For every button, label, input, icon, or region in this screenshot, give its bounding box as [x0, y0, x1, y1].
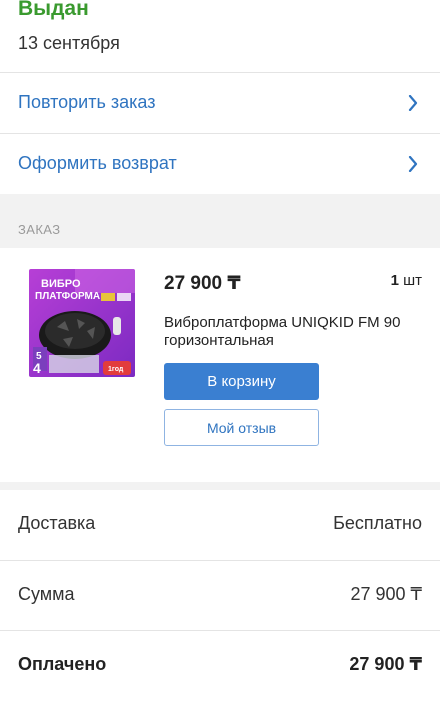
- summary-row-paid: Оплачено 27 900 ₸: [0, 630, 440, 701]
- order-status-title: Выдан: [18, 0, 89, 20]
- delivery-value: Бесплатно: [333, 513, 422, 533]
- delivery-label: Доставка: [18, 513, 96, 533]
- chevron-right-icon: [408, 95, 418, 111]
- order-status-date: 13 сентября: [18, 33, 120, 53]
- chevron-right-icon: [408, 156, 418, 172]
- image-text-line2: ПЛАТФОРМА: [35, 291, 100, 302]
- product-price: 27 900 ₸: [164, 273, 241, 294]
- summary-row-sum: Сумма 27 900 ₸: [0, 560, 440, 631]
- return-order-button[interactable]: Оформить возврат: [0, 133, 440, 194]
- product-image[interactable]: ВИБРО ПЛАТФОРМА 5 4 1год: [29, 269, 135, 377]
- sum-label: Сумма: [18, 584, 75, 604]
- paid-label: Оплачено: [18, 654, 107, 674]
- image-brand: 1год: [108, 366, 124, 373]
- order-section-label: ЗАКАЗ: [18, 222, 61, 237]
- sum-value: 27 900 ₸: [350, 584, 422, 604]
- order-status-header: Выдан 13 сентября: [0, 0, 440, 70]
- product-name[interactable]: Виброплатформа UNIQKID FM 90 горизонталь…: [164, 314, 414, 350]
- image-text-line1: ВИБРО: [41, 278, 81, 290]
- summary-row-delivery: Доставка Бесплатно: [0, 490, 440, 560]
- add-to-cart-button[interactable]: В корзину: [164, 363, 319, 400]
- my-review-button[interactable]: Мой отзыв: [164, 409, 319, 446]
- order-item-card: ВИБРО ПЛАТФОРМА 5 4 1год 27 900 ₸ 1 шт В…: [0, 248, 440, 482]
- repeat-order-label: Повторить заказ: [18, 92, 156, 112]
- return-order-label: Оформить возврат: [18, 153, 177, 173]
- section-divider: [0, 482, 440, 490]
- product-quantity: 1 шт: [390, 272, 422, 289]
- image-badge-number-2: 4: [33, 360, 41, 376]
- paid-value: 27 900 ₸: [349, 654, 422, 674]
- repeat-order-button[interactable]: Повторить заказ: [0, 72, 440, 133]
- order-section-header: ЗАКАЗ: [0, 194, 440, 248]
